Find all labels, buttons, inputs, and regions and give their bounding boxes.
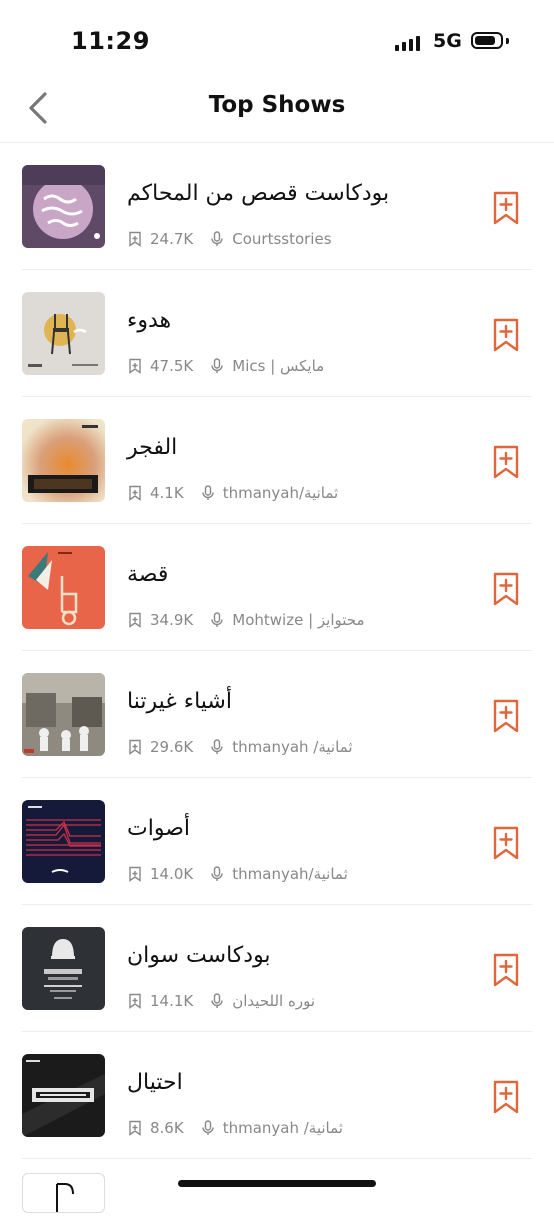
show-author: ثمانية/thmanyah (222, 484, 339, 502)
show-author: محتوايز | Mohtwize (232, 611, 365, 629)
bookmark-add-button[interactable] (492, 1080, 520, 1114)
show-row[interactable]: بودكاست سوان 14.1K نوره اللحيدان (22, 905, 532, 1032)
show-author: نوره اللحيدان (232, 992, 316, 1010)
bookmark-add-button[interactable] (492, 572, 520, 606)
show-title: الفجر (127, 435, 178, 460)
show-title: أشياء غيرتنا (127, 689, 232, 714)
microphone-icon (202, 1120, 214, 1135)
microphone-icon (211, 866, 223, 881)
follower-count: 14.0K (150, 865, 194, 883)
bookmark-count-icon (129, 993, 141, 1009)
show-row[interactable]: أصوات 14.0K ثمانية/thmanyah (22, 778, 532, 905)
microphone-icon (202, 485, 214, 500)
home-indicator[interactable] (178, 1180, 376, 1187)
bookmark-add-button[interactable] (492, 318, 520, 352)
show-cover-image (22, 546, 105, 629)
status-bar: 11:29 5G (0, 0, 554, 80)
bookmark-count-icon (129, 739, 141, 755)
battery-cap (506, 38, 509, 44)
show-cover-image (22, 165, 105, 248)
show-cover-image (22, 1173, 105, 1213)
microphone-icon (211, 231, 223, 246)
show-title: احتيال (127, 1070, 183, 1095)
bookmark-count-icon (129, 612, 141, 628)
signal-icon (395, 34, 425, 51)
show-title: بودكاست قصص من المحاكم (127, 181, 390, 206)
microphone-icon (211, 993, 223, 1008)
follower-count: 29.6K (150, 738, 194, 756)
follower-count: 8.6K (150, 1119, 184, 1137)
show-row[interactable]: بودكاست قصص من المحاكم 24.7K Courtsstori… (22, 143, 532, 270)
show-meta: 34.9K محتوايز | Mohtwize (127, 611, 365, 629)
show-meta: 24.7K Courtsstories (127, 230, 332, 248)
show-meta: 4.1K ثمانية/thmanyah (127, 484, 338, 502)
bookmark-add-button[interactable] (492, 699, 520, 733)
show-author: ثمانية/ thmanyah (222, 1119, 343, 1137)
show-row[interactable]: قصة 34.9K محتوايز | Mohtwize (22, 524, 532, 651)
show-row[interactable]: احتيال 8.6K ثمانية/ thmanyah (22, 1032, 532, 1159)
follower-count: 47.5K (150, 357, 194, 375)
show-row[interactable]: الفجر 4.1K ثمانية/thmanyah (22, 397, 532, 524)
show-meta: 8.6K ثمانية/ thmanyah (127, 1119, 343, 1137)
show-row[interactable]: أشياء غيرتنا 29.6K ثمانية/ thmanyah (22, 651, 532, 778)
bookmark-count-icon (129, 866, 141, 882)
status-time: 11:29 (71, 27, 150, 55)
show-meta: 14.1K نوره اللحيدان (127, 992, 315, 1010)
show-meta: 14.0K ثمانية/thmanyah (127, 865, 348, 883)
bookmark-count-icon (129, 1120, 141, 1136)
nav-bar: Top Shows (0, 80, 554, 143)
show-row[interactable]: هدوء 47.5K مايكس | Mics (22, 270, 532, 397)
show-meta: 47.5K مايكس | Mics (127, 357, 324, 375)
bookmark-add-button[interactable] (492, 445, 520, 479)
page-title: Top Shows (208, 92, 346, 118)
show-title: أصوات (127, 816, 190, 841)
show-cover-image (22, 927, 105, 1010)
bookmark-add-button[interactable] (492, 953, 520, 987)
microphone-icon (211, 739, 223, 754)
show-cover-image (22, 1054, 105, 1137)
show-cover-image (22, 419, 105, 502)
follower-count: 34.9K (150, 611, 194, 629)
show-meta: 29.6K ثمانية/ thmanyah (127, 738, 353, 756)
show-author: ثمانية/ thmanyah (232, 738, 353, 756)
follower-count: 14.1K (150, 992, 194, 1010)
show-title: قصة (127, 562, 169, 587)
bookmark-count-icon (129, 231, 141, 247)
show-cover-image (22, 673, 105, 756)
show-author: ثمانية/thmanyah (232, 865, 348, 883)
microphone-icon (211, 358, 223, 373)
battery-icon (471, 32, 503, 49)
show-author: Courtsstories (232, 230, 332, 248)
show-author: مايكس | Mics (232, 357, 325, 375)
network-label: 5G (433, 30, 462, 52)
bookmark-add-button[interactable] (492, 826, 520, 860)
show-title: بودكاست سوان (127, 943, 271, 968)
bookmark-add-button[interactable] (492, 191, 520, 225)
show-cover-image (22, 800, 105, 883)
bookmark-count-icon (129, 358, 141, 374)
shows-list: بودكاست قصص من المحاكم 24.7K Courtsstori… (0, 143, 554, 1213)
follower-count: 24.7K (150, 230, 194, 248)
bookmark-count-icon (129, 485, 141, 501)
show-title: هدوء (127, 308, 172, 333)
follower-count: 4.1K (150, 484, 184, 502)
show-row-partial[interactable] (22, 1159, 554, 1213)
show-cover-image (22, 292, 105, 375)
microphone-icon (211, 612, 223, 627)
